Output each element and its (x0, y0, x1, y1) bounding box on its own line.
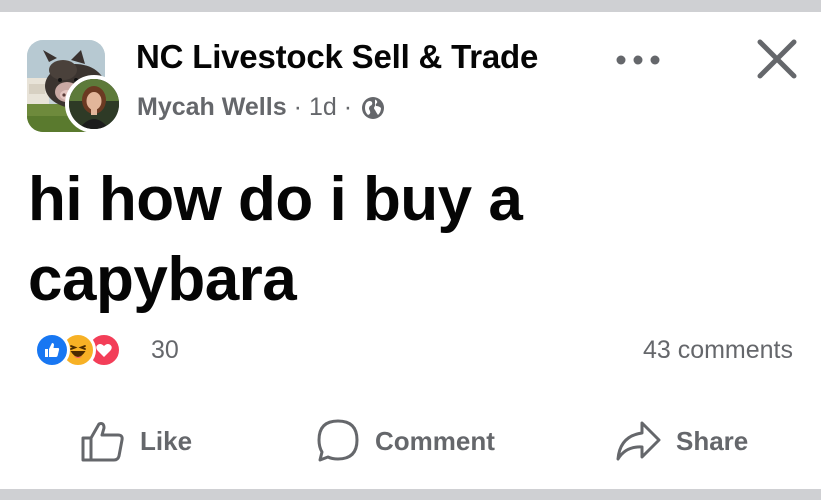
close-button[interactable] (754, 36, 800, 82)
reaction-count[interactable]: 30 (151, 336, 179, 365)
post-text: hi how do i buy a capybara (28, 160, 588, 320)
close-icon (757, 39, 797, 79)
like-reaction-icon (34, 332, 70, 368)
like-label: Like (140, 425, 193, 456)
reactions-summary[interactable] (34, 332, 144, 368)
more-options-button[interactable] (612, 40, 664, 80)
author-photo-image (69, 79, 119, 129)
post-meta: Mycah Wells · 1d · (137, 93, 385, 122)
author-avatar[interactable] (65, 75, 123, 133)
like-button[interactable]: Like (80, 418, 192, 464)
share-label: Share (676, 425, 749, 456)
comment-label: Comment (375, 425, 495, 456)
comment-button[interactable]: Comment (315, 418, 495, 464)
author-name[interactable]: Mycah Wells (137, 93, 287, 122)
bottom-divider (0, 489, 821, 500)
meta-separator: · (343, 93, 353, 121)
thumbs-up-icon (81, 422, 124, 462)
share-button[interactable]: Share (614, 418, 748, 464)
globe-icon (361, 96, 385, 120)
top-divider (0, 0, 821, 12)
comments-count[interactable]: 43 comments (643, 336, 793, 365)
share-icon (616, 421, 661, 461)
more-icon (616, 55, 660, 65)
comment-icon (317, 419, 359, 462)
post-text-line: hi how do i buy a (28, 165, 523, 234)
post-time[interactable]: 1d (309, 93, 337, 122)
meta-separator: · (293, 93, 302, 121)
post-text-line: capybara (28, 245, 297, 314)
group-name[interactable]: NC Livestock Sell & Trade (136, 38, 538, 76)
